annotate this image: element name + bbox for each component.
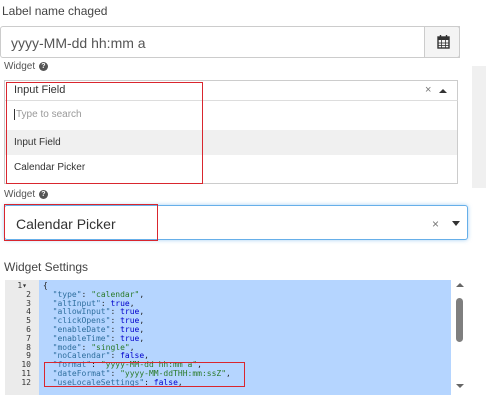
editor-scrollbar-thumb[interactable] (456, 298, 463, 342)
chevron-down-icon[interactable] (452, 221, 460, 226)
highlight-box-select (4, 204, 158, 241)
json-key: "clickOpens" (52, 316, 111, 326)
widget-settings-title: Widget Settings (4, 260, 89, 274)
code-line: "enableTime": true, (52, 333, 145, 343)
json-key: "enableTime" (52, 333, 111, 343)
json-key: "type" (52, 289, 82, 299)
highlight-box-format (44, 362, 245, 387)
code-line: "type": "calendar", (52, 289, 145, 299)
line-number: 8 (26, 342, 31, 352)
widget-label-1: Widget ? (4, 62, 48, 72)
json-value: "calendar" (91, 289, 140, 299)
line-number: 12 (21, 377, 31, 387)
json-key: "enableDate" (52, 325, 111, 334)
code-line: "mode": "single", (52, 342, 135, 352)
line-number: 10 (21, 360, 31, 370)
question-circle-icon[interactable]: ? (38, 62, 48, 71)
question-circle-icon[interactable]: ? (38, 190, 48, 199)
line-number: 4 (26, 307, 31, 317)
scroll-up-arrow-icon[interactable] (456, 283, 464, 287)
json-value: true (120, 316, 140, 326)
widget-label-1-text: Widget (4, 61, 36, 73)
date-format-input[interactable]: yyyy-MM-dd hh:mm a (0, 26, 460, 58)
calendar-button[interactable] (424, 26, 460, 58)
json-key: "noCalendar" (52, 351, 111, 361)
field-label: Label name chaged (2, 4, 108, 18)
code-line: "allowInput": true, (52, 307, 145, 317)
code-line: "altInput": true, (52, 298, 135, 308)
line-number: 11 (21, 369, 31, 378)
json-value: false (120, 351, 145, 361)
clear-icon[interactable]: × (425, 84, 431, 96)
highlight-box-dropdown (6, 82, 203, 184)
code-line: "clickOpens": true, (52, 316, 145, 326)
json-value: "single" (91, 342, 130, 352)
json-key: "allowInput" (52, 307, 111, 317)
line-number: 2 (26, 289, 31, 299)
line-number: 5 (26, 316, 31, 326)
json-value: true (120, 307, 140, 317)
calendar-icon (437, 35, 450, 49)
json-value: true (120, 333, 140, 343)
json-key: "mode" (52, 342, 82, 352)
code-line: "noCalendar": false, (52, 351, 149, 361)
line-number: 7 (26, 333, 31, 343)
clear-icon[interactable]: × (432, 217, 439, 231)
date-format-value: yyyy-MM-dd hh:mm a (11, 35, 146, 51)
line-number: 3 (26, 298, 31, 308)
page-scrollbar[interactable] (472, 66, 486, 188)
caret-up-icon[interactable] (439, 89, 447, 93)
widget-label-2: Widget ? (4, 190, 48, 200)
line-number: 1▾ (17, 281, 27, 290)
code-line: "enableDate": true, (52, 325, 145, 334)
scroll-down-arrow-icon[interactable] (456, 384, 464, 388)
code-line: { (43, 281, 48, 290)
json-value: true (120, 325, 140, 334)
widget-label-2-text: Widget (4, 189, 36, 201)
line-number: 6 (26, 325, 31, 334)
line-number: 9 (26, 351, 31, 361)
json-value: true (110, 298, 130, 308)
json-key: "altInput" (52, 298, 101, 308)
